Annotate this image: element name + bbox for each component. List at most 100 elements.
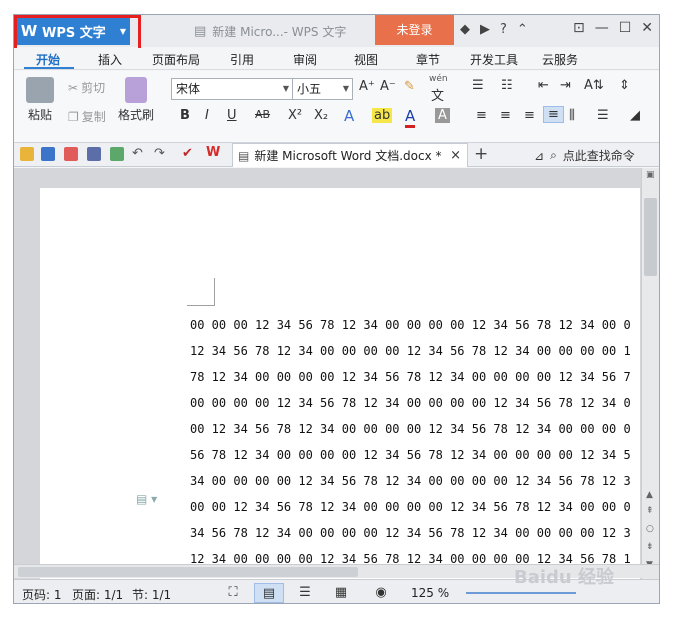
document-line[interactable]: 34 56 78 12 34 00 00 00 00 12 34 56 78 1… <box>190 520 640 546</box>
superscript-button[interactable]: X² <box>288 108 302 123</box>
undo-icon[interactable]: ↶ <box>132 146 143 161</box>
increase-indent-icon[interactable]: ⇥ <box>560 78 571 93</box>
highlight-icon[interactable]: ab <box>372 108 393 123</box>
format-painter-button[interactable]: 格式刷 <box>118 77 154 123</box>
new-tab-button[interactable]: + <box>474 144 488 164</box>
vertical-scrollbar[interactable]: ▣ ▲ ⇞ ○ ⇟ ▼ <box>641 168 659 579</box>
prev-page-icon[interactable]: ⇞ <box>646 506 654 516</box>
title-tools: ◆ ▶ ? ⌃ <box>460 22 528 37</box>
shrink-font-button[interactable]: A⁻ <box>380 79 396 94</box>
document-text[interactable]: 00 00 00 12 34 56 78 12 34 00 00 00 00 1… <box>190 312 640 572</box>
vertical-scroll-thumb[interactable] <box>644 198 657 276</box>
shading-icon[interactable]: ◢ <box>630 108 640 123</box>
document-line[interactable]: 00 12 34 56 78 12 34 00 00 00 00 12 34 5… <box>190 416 640 442</box>
document-page[interactable]: 00 00 00 12 34 56 78 12 34 00 00 00 00 1… <box>40 188 640 579</box>
text-direction-icon[interactable]: A⇅ <box>584 78 604 93</box>
export-pdf-icon[interactable] <box>64 147 78 161</box>
scroll-up-icon[interactable]: ▲ <box>646 490 653 500</box>
pinyin-guide-button[interactable]: 文 <box>431 85 444 104</box>
redo-icon[interactable]: ↷ <box>154 146 165 161</box>
restore-ribbon-icon[interactable]: ⊡ <box>573 20 585 36</box>
paste-button[interactable]: 粘贴 <box>26 77 54 123</box>
window-controls: ⊡ — ☐ ✕ <box>573 20 653 36</box>
format-painter-label: 格式刷 <box>118 108 155 122</box>
copy-icon: ❐ <box>68 109 79 124</box>
zoom-slider[interactable] <box>466 592 576 594</box>
document-line[interactable]: 34 00 00 00 00 12 34 56 78 12 34 00 00 0… <box>190 468 640 494</box>
font-name-value: 宋体 <box>176 82 201 96</box>
expand-icon[interactable]: ⌃ <box>517 22 528 37</box>
command-search-label: 点此查找命令 <box>562 149 635 163</box>
document-line[interactable]: 56 78 12 34 00 00 00 00 12 34 56 78 12 3… <box>190 442 640 468</box>
document-line[interactable]: 12 34 56 78 12 34 00 00 00 00 12 34 56 7… <box>190 338 640 364</box>
horizontal-scroll-thumb[interactable] <box>18 567 358 577</box>
tab-view[interactable]: 视图 <box>354 51 378 68</box>
decrease-indent-icon[interactable]: ⇤ <box>538 78 549 93</box>
open-folder-icon[interactable] <box>20 147 34 161</box>
select-browse-icon[interactable]: ○ <box>646 524 654 534</box>
print-icon[interactable] <box>87 147 101 161</box>
tab-references[interactable]: 引用 <box>230 51 254 68</box>
align-left-icon[interactable]: ≡ <box>476 108 487 123</box>
document-tab[interactable]: ▤ 新建 Microsoft Word 文档.docx * × <box>232 143 468 167</box>
subscript-button[interactable]: X₂ <box>314 108 328 123</box>
tab-page-layout[interactable]: 页面布局 <box>152 51 200 68</box>
document-line[interactable]: 00 00 12 34 56 78 12 34 00 00 00 00 12 3… <box>190 494 640 520</box>
maximize-icon[interactable]: ☐ <box>619 20 632 36</box>
justify-icon[interactable]: ≡ <box>543 106 564 123</box>
grow-font-button[interactable]: A⁺ <box>359 79 375 94</box>
align-center-icon[interactable]: ≡ <box>500 108 511 123</box>
minimize-icon[interactable]: — <box>595 20 609 36</box>
tab-insert[interactable]: 插入 <box>98 51 122 68</box>
tab-review[interactable]: 审阅 <box>293 51 317 68</box>
strikethrough-button[interactable]: AB <box>255 108 270 121</box>
baidu-watermark: Baidu 经验 <box>514 567 615 588</box>
close-tab-button[interactable]: × <box>450 148 461 163</box>
font-color-button[interactable]: A <box>405 107 416 128</box>
login-button[interactable]: 未登录 <box>375 15 454 45</box>
bullet-list-icon[interactable]: ☰ <box>472 78 484 93</box>
wps-w-icon[interactable]: W <box>206 145 220 160</box>
numbered-list-icon[interactable]: ☷ <box>501 78 513 93</box>
full-screen-icon[interactable]: ⛶ <box>218 583 248 603</box>
tab-chapter[interactable]: 章节 <box>416 51 440 68</box>
copy-button[interactable]: ❐ 复制 <box>68 108 106 125</box>
close-icon[interactable]: ✕ <box>641 20 653 36</box>
font-size-select[interactable]: 小五 ▼ <box>292 78 353 100</box>
paste-label: 粘贴 <box>27 108 52 122</box>
line-spacing-icon[interactable]: ☰ <box>597 108 609 123</box>
scroll-top-icon[interactable]: ▣ <box>646 170 655 180</box>
text-effect-button[interactable]: A <box>344 107 354 125</box>
underline-button[interactable]: U <box>227 108 237 123</box>
cut-button[interactable]: ✂ 剪切 <box>68 79 105 96</box>
tab-cloud[interactable]: 云服务 <box>542 51 578 68</box>
document-line[interactable]: 00 00 00 12 34 56 78 12 34 00 00 00 00 1… <box>190 312 640 338</box>
save-icon[interactable] <box>41 147 55 161</box>
tab-home[interactable]: 开始 <box>36 51 60 68</box>
document-line[interactable]: 00 00 00 00 12 34 56 78 12 34 00 00 00 0… <box>190 390 640 416</box>
char-shading-button[interactable]: A <box>435 108 450 123</box>
paragraph-menu-icon[interactable]: ▤ ▾ <box>136 492 157 506</box>
command-search[interactable]: ⊿ ⌕ 点此查找命令 <box>534 147 635 164</box>
italic-button[interactable]: I <box>205 108 209 123</box>
zoom-level[interactable]: 125 % <box>411 586 449 600</box>
tab-developer[interactable]: 开发工具 <box>470 51 518 68</box>
distribute-icon[interactable]: ⫼ <box>569 108 575 123</box>
document-line[interactable]: 78 12 34 00 00 00 00 12 34 56 78 12 34 0… <box>190 364 640 390</box>
print-preview-icon[interactable] <box>110 147 124 161</box>
reading-view-icon[interactable]: ◉ <box>366 583 396 603</box>
font-name-select[interactable]: 宋体 ▼ <box>171 78 293 100</box>
align-right-icon[interactable]: ≡ <box>524 108 535 123</box>
bold-button[interactable]: B <box>180 108 190 123</box>
skin-icon[interactable]: ◆ <box>460 22 470 37</box>
page-view-icon[interactable]: ▤ <box>254 583 284 603</box>
web-view-icon[interactable]: ▦ <box>326 583 356 603</box>
help-button[interactable]: ? <box>500 22 507 37</box>
custom-toolbar-icon[interactable]: ✔ <box>182 146 193 161</box>
next-page-icon[interactable]: ⇟ <box>646 542 654 552</box>
share-icon[interactable]: ▶ <box>480 22 490 37</box>
sort-icon[interactable]: ⇕ <box>619 78 630 93</box>
outline-view-icon[interactable]: ☰ <box>290 583 320 603</box>
clear-format-icon[interactable]: ✎ <box>404 79 415 94</box>
quick-access-bar: ↶ ↷ ✔ W ▤ 新建 Microsoft Word 文档.docx * × … <box>14 143 659 167</box>
